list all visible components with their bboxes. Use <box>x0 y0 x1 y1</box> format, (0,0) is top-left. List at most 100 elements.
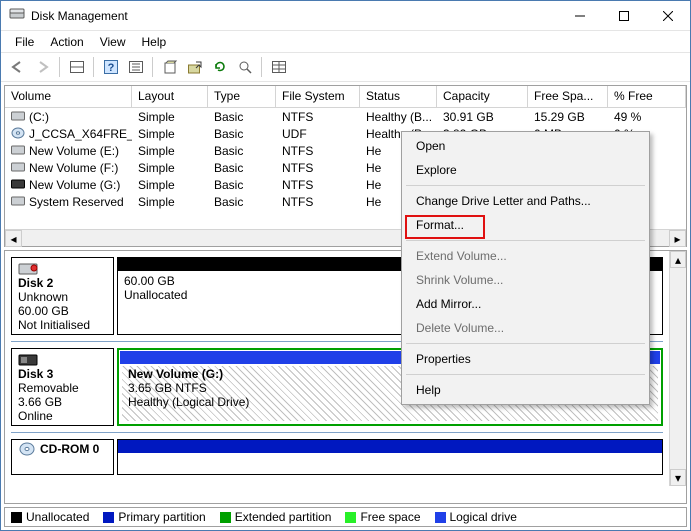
col-filesystem[interactable]: File System <box>276 86 360 107</box>
scroll-left-icon[interactable]: ◂ <box>5 230 22 247</box>
forward-button[interactable] <box>31 56 54 79</box>
cell-layout: Simple <box>132 108 208 125</box>
col-type[interactable]: Type <box>208 86 276 107</box>
volume-row[interactable]: (C:) SimpleBasicNTFSHealthy (B...30.91 GB… <box>5 108 686 125</box>
back-button[interactable] <box>6 56 29 79</box>
col-freespace[interactable]: Free Spa... <box>528 86 608 107</box>
cell-fs: NTFS <box>276 176 360 193</box>
cell-volume: J_CCSA_X64FRE_E... <box>29 127 132 141</box>
cdrom-name: CD-ROM 0 <box>40 442 99 456</box>
cell-type: Basic <box>208 142 276 159</box>
attach-vhd-button[interactable] <box>183 56 206 79</box>
svg-text:?: ? <box>107 62 114 74</box>
legend-free: Free space <box>360 510 420 524</box>
cell-volume: (C:) <box>29 110 49 124</box>
col-status[interactable]: Status <box>360 86 437 107</box>
drive-icon <box>11 178 25 192</box>
help-toolbar-button[interactable]: ? <box>99 56 122 79</box>
drive-icon <box>11 161 25 175</box>
cell-volume: New Volume (G:) <box>29 178 120 192</box>
cell-layout: Simple <box>132 142 208 159</box>
menu-help[interactable]: Help <box>134 33 175 51</box>
disk2-status: Not Initialised <box>18 318 107 332</box>
drive-icon <box>11 110 25 124</box>
cell-status: Healthy (B... <box>360 108 437 125</box>
scroll-up-icon[interactable]: ▴ <box>670 251 686 268</box>
ctx-delete-volume: Delete Volume... <box>404 316 647 340</box>
cell-fs: NTFS <box>276 159 360 176</box>
ctx-shrink-volume: Shrink Volume... <box>404 268 647 292</box>
cell-fs: NTFS <box>276 142 360 159</box>
refresh-button[interactable] <box>208 56 231 79</box>
disk3-type: Removable <box>18 381 107 395</box>
ctx-help[interactable]: Help <box>404 378 647 402</box>
menubar: File Action View Help <box>1 31 690 52</box>
create-vhd-button[interactable] <box>158 56 181 79</box>
cell-pct: 49 % <box>608 108 686 125</box>
disk3-name: Disk 3 <box>18 367 107 381</box>
cdrom-volume[interactable] <box>117 439 663 475</box>
cell-type: Basic <box>208 193 276 210</box>
col-layout[interactable]: Layout <box>132 86 208 107</box>
cell-volume: New Volume (F:) <box>29 161 118 175</box>
disk-management-window: Disk Management File Action View Help ? … <box>0 0 691 531</box>
legend: Unallocated Primary partition Extended p… <box>4 507 687 527</box>
cell-free: 15.29 GB <box>528 108 608 125</box>
cell-fs: NTFS <box>276 108 360 125</box>
cell-layout: Simple <box>132 159 208 176</box>
cell-type: Basic <box>208 176 276 193</box>
cell-volume: System Reserved <box>29 195 124 209</box>
titlebar: Disk Management <box>1 1 690 31</box>
disk2-name: Disk 2 <box>18 276 107 290</box>
drive-icon <box>11 127 25 142</box>
cell-fs: NTFS <box>276 193 360 210</box>
cell-volume: New Volume (E:) <box>29 144 119 158</box>
rescan-button[interactable] <box>233 56 256 79</box>
ctx-open[interactable]: Open <box>404 134 647 158</box>
col-capacity[interactable]: Capacity <box>437 86 528 107</box>
ctx-extend-volume: Extend Volume... <box>404 244 647 268</box>
cell-type: Basic <box>208 125 276 142</box>
view-split-button[interactable] <box>65 56 88 79</box>
col-volume[interactable]: Volume <box>5 86 132 107</box>
disk3-info[interactable]: Disk 3 Removable 3.66 GB Online <box>11 348 114 426</box>
cell-fs: UDF <box>276 125 360 142</box>
cell-layout: Simple <box>132 176 208 193</box>
list-toolbar-button[interactable] <box>267 56 290 79</box>
disk3-size: 3.66 GB <box>18 395 107 409</box>
scroll-right-icon[interactable]: ▸ <box>669 230 686 247</box>
ctx-add-mirror[interactable]: Add Mirror... <box>404 292 647 316</box>
disk2-type: Unknown <box>18 290 107 304</box>
drive-icon <box>11 144 25 158</box>
ctx-explore[interactable]: Explore <box>404 158 647 182</box>
disk2-size: 60.00 GB <box>18 304 107 318</box>
cdrom-info[interactable]: CD-ROM 0 <box>11 439 114 475</box>
minimize-button[interactable] <box>558 1 602 30</box>
cell-type: Basic <box>208 108 276 125</box>
menu-action[interactable]: Action <box>42 33 91 51</box>
context-menu: Open Explore Change Drive Letter and Pat… <box>401 131 650 405</box>
menu-view[interactable]: View <box>92 33 134 51</box>
disk3-status: Online <box>18 409 107 423</box>
close-button[interactable] <box>646 1 690 30</box>
cell-capacity: 30.91 GB <box>437 108 528 125</box>
col-percentfree[interactable]: % Free <box>608 86 686 107</box>
legend-extended: Extended partition <box>235 510 332 524</box>
cell-layout: Simple <box>132 193 208 210</box>
menu-file[interactable]: File <box>7 33 42 51</box>
volume-list-header: Volume Layout Type File System Status Ca… <box>5 86 686 108</box>
cell-type: Basic <box>208 159 276 176</box>
ctx-change-drive-letter[interactable]: Change Drive Letter and Paths... <box>404 189 647 213</box>
ctx-properties[interactable]: Properties <box>404 347 647 371</box>
window-title: Disk Management <box>31 9 558 23</box>
scroll-down-icon[interactable]: ▾ <box>670 469 686 486</box>
app-icon <box>9 6 25 25</box>
legend-unallocated: Unallocated <box>26 510 89 524</box>
settings-toolbar-button[interactable] <box>124 56 147 79</box>
graphview-vscroll[interactable]: ▴ ▾ <box>669 251 686 486</box>
disk2-info[interactable]: Disk 2 Unknown 60.00 GB Not Initialised <box>11 257 114 335</box>
legend-primary: Primary partition <box>118 510 205 524</box>
cell-layout: Simple <box>132 125 208 142</box>
ctx-format[interactable]: Format... <box>404 213 647 237</box>
maximize-button[interactable] <box>602 1 646 30</box>
